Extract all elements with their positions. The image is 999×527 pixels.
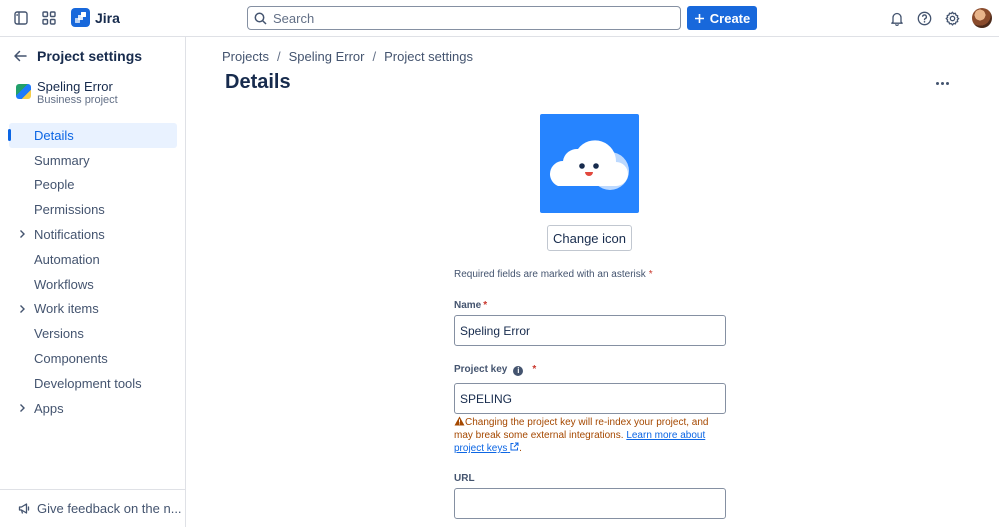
- sidebar-item-label: Work items: [34, 301, 99, 317]
- required-asterisk: *: [483, 300, 488, 311]
- create-button[interactable]: Create: [687, 6, 757, 30]
- feedback-label: Give feedback on the n...: [37, 501, 182, 516]
- help-icon[interactable]: [915, 9, 933, 27]
- project-avatar: [540, 114, 639, 213]
- sidebar-item-components[interactable]: Components: [9, 346, 177, 371]
- sidebar-item-work-items[interactable]: Work items: [9, 297, 177, 322]
- project-key-warning: Changing the project key will re-index y…: [454, 416, 729, 455]
- create-button-label: Create: [709, 10, 751, 26]
- chevron-right-icon[interactable]: [16, 303, 28, 315]
- sidebar-item-versions[interactable]: Versions: [9, 321, 177, 346]
- key-label-text: Project key: [454, 364, 508, 375]
- plus-icon: [694, 13, 704, 23]
- sidebar-item-workflows[interactable]: Workflows: [9, 272, 177, 297]
- cloud-icon: [550, 140, 629, 190]
- settings-nav: Details Summary People Permissions Notif…: [8, 123, 177, 421]
- app-switcher-icon[interactable]: [40, 9, 58, 27]
- project-type-icon: [16, 84, 31, 99]
- required-note-text: Required fields are marked with an aster…: [454, 269, 646, 280]
- info-icon[interactable]: i: [513, 366, 524, 376]
- change-icon-button[interactable]: Change icon: [547, 225, 632, 251]
- project-settings-sidebar: Project settings Speling Error Business …: [0, 37, 186, 527]
- sidebar-item-notifications[interactable]: Notifications: [9, 222, 177, 247]
- breadcrumb-projects[interactable]: Projects: [222, 49, 269, 64]
- search-icon: [254, 12, 267, 25]
- url-field-label: URL: [454, 473, 475, 484]
- breadcrumb-separator: /: [372, 49, 377, 64]
- sidebar-item-label: People: [34, 177, 75, 193]
- sidebar-item-development-tools[interactable]: Development tools: [9, 371, 177, 396]
- external-link-icon: [510, 442, 519, 451]
- sidebar-item-label: Summary: [34, 152, 90, 168]
- sidebar-item-label: Notifications: [34, 227, 105, 243]
- sidebar-item-permissions[interactable]: Permissions: [9, 197, 177, 222]
- sidebar-item-label: Details: [34, 127, 74, 143]
- sidebar-item-summary[interactable]: Summary: [9, 148, 177, 173]
- breadcrumb-project[interactable]: Speling Error: [289, 49, 365, 64]
- search-input[interactable]: [273, 10, 653, 26]
- sidebar-item-people[interactable]: People: [9, 173, 177, 198]
- project-name-field[interactable]: [454, 315, 726, 346]
- jira-logo-icon[interactable]: [71, 8, 90, 27]
- user-avatar[interactable]: [972, 8, 992, 28]
- sidebar-item-label: Automation: [34, 251, 100, 267]
- warning-suffix: .: [519, 443, 522, 454]
- chevron-right-icon[interactable]: [16, 402, 28, 414]
- project-type: Business project: [37, 94, 118, 106]
- warning-icon: [454, 416, 465, 426]
- key-field-label: Project key i *: [454, 364, 536, 376]
- breadcrumb-project-settings[interactable]: Project settings: [384, 49, 473, 64]
- back-arrow-icon[interactable]: [12, 48, 30, 66]
- sidebar-item-automation[interactable]: Automation: [9, 247, 177, 272]
- sidebar-toggle-icon[interactable]: [12, 9, 30, 27]
- required-fields-note: Required fields are marked with an aster…: [454, 269, 653, 280]
- app-name[interactable]: Jira: [95, 10, 120, 26]
- sidebar-item-label: Development tools: [34, 375, 142, 391]
- page-title: Details: [225, 71, 291, 93]
- sidebar-title: Project settings: [37, 48, 143, 64]
- sidebar-item-apps[interactable]: Apps: [9, 396, 177, 421]
- megaphone-icon: [18, 503, 30, 514]
- top-navigation: Jira Create: [0, 0, 999, 37]
- sidebar-item-label: Versions: [34, 326, 84, 342]
- required-asterisk: *: [648, 269, 653, 280]
- name-label-text: Name: [454, 300, 482, 311]
- sidebar-item-label: Apps: [34, 400, 64, 416]
- sidebar-item-label: Permissions: [34, 202, 105, 218]
- sidebar-item-details[interactable]: Details: [8, 123, 177, 148]
- breadcrumb-separator: /: [276, 49, 281, 64]
- required-asterisk: *: [532, 364, 537, 375]
- give-feedback-button[interactable]: Give feedback on the n...: [0, 489, 185, 527]
- settings-icon[interactable]: [943, 9, 961, 27]
- project-key-field[interactable]: [454, 383, 726, 414]
- sidebar-item-label: Workflows: [34, 276, 94, 292]
- more-actions-icon[interactable]: [930, 75, 954, 91]
- chevron-right-icon[interactable]: [16, 228, 28, 240]
- bell-icon[interactable]: [888, 9, 906, 27]
- sidebar-item-label: Components: [34, 351, 108, 367]
- breadcrumb: Projects / Speling Error / Project setti…: [222, 49, 473, 64]
- name-field-label: Name *: [454, 300, 487, 311]
- search-box[interactable]: [247, 6, 681, 30]
- project-name: Speling Error: [37, 79, 113, 94]
- project-url-field[interactable]: [454, 488, 726, 519]
